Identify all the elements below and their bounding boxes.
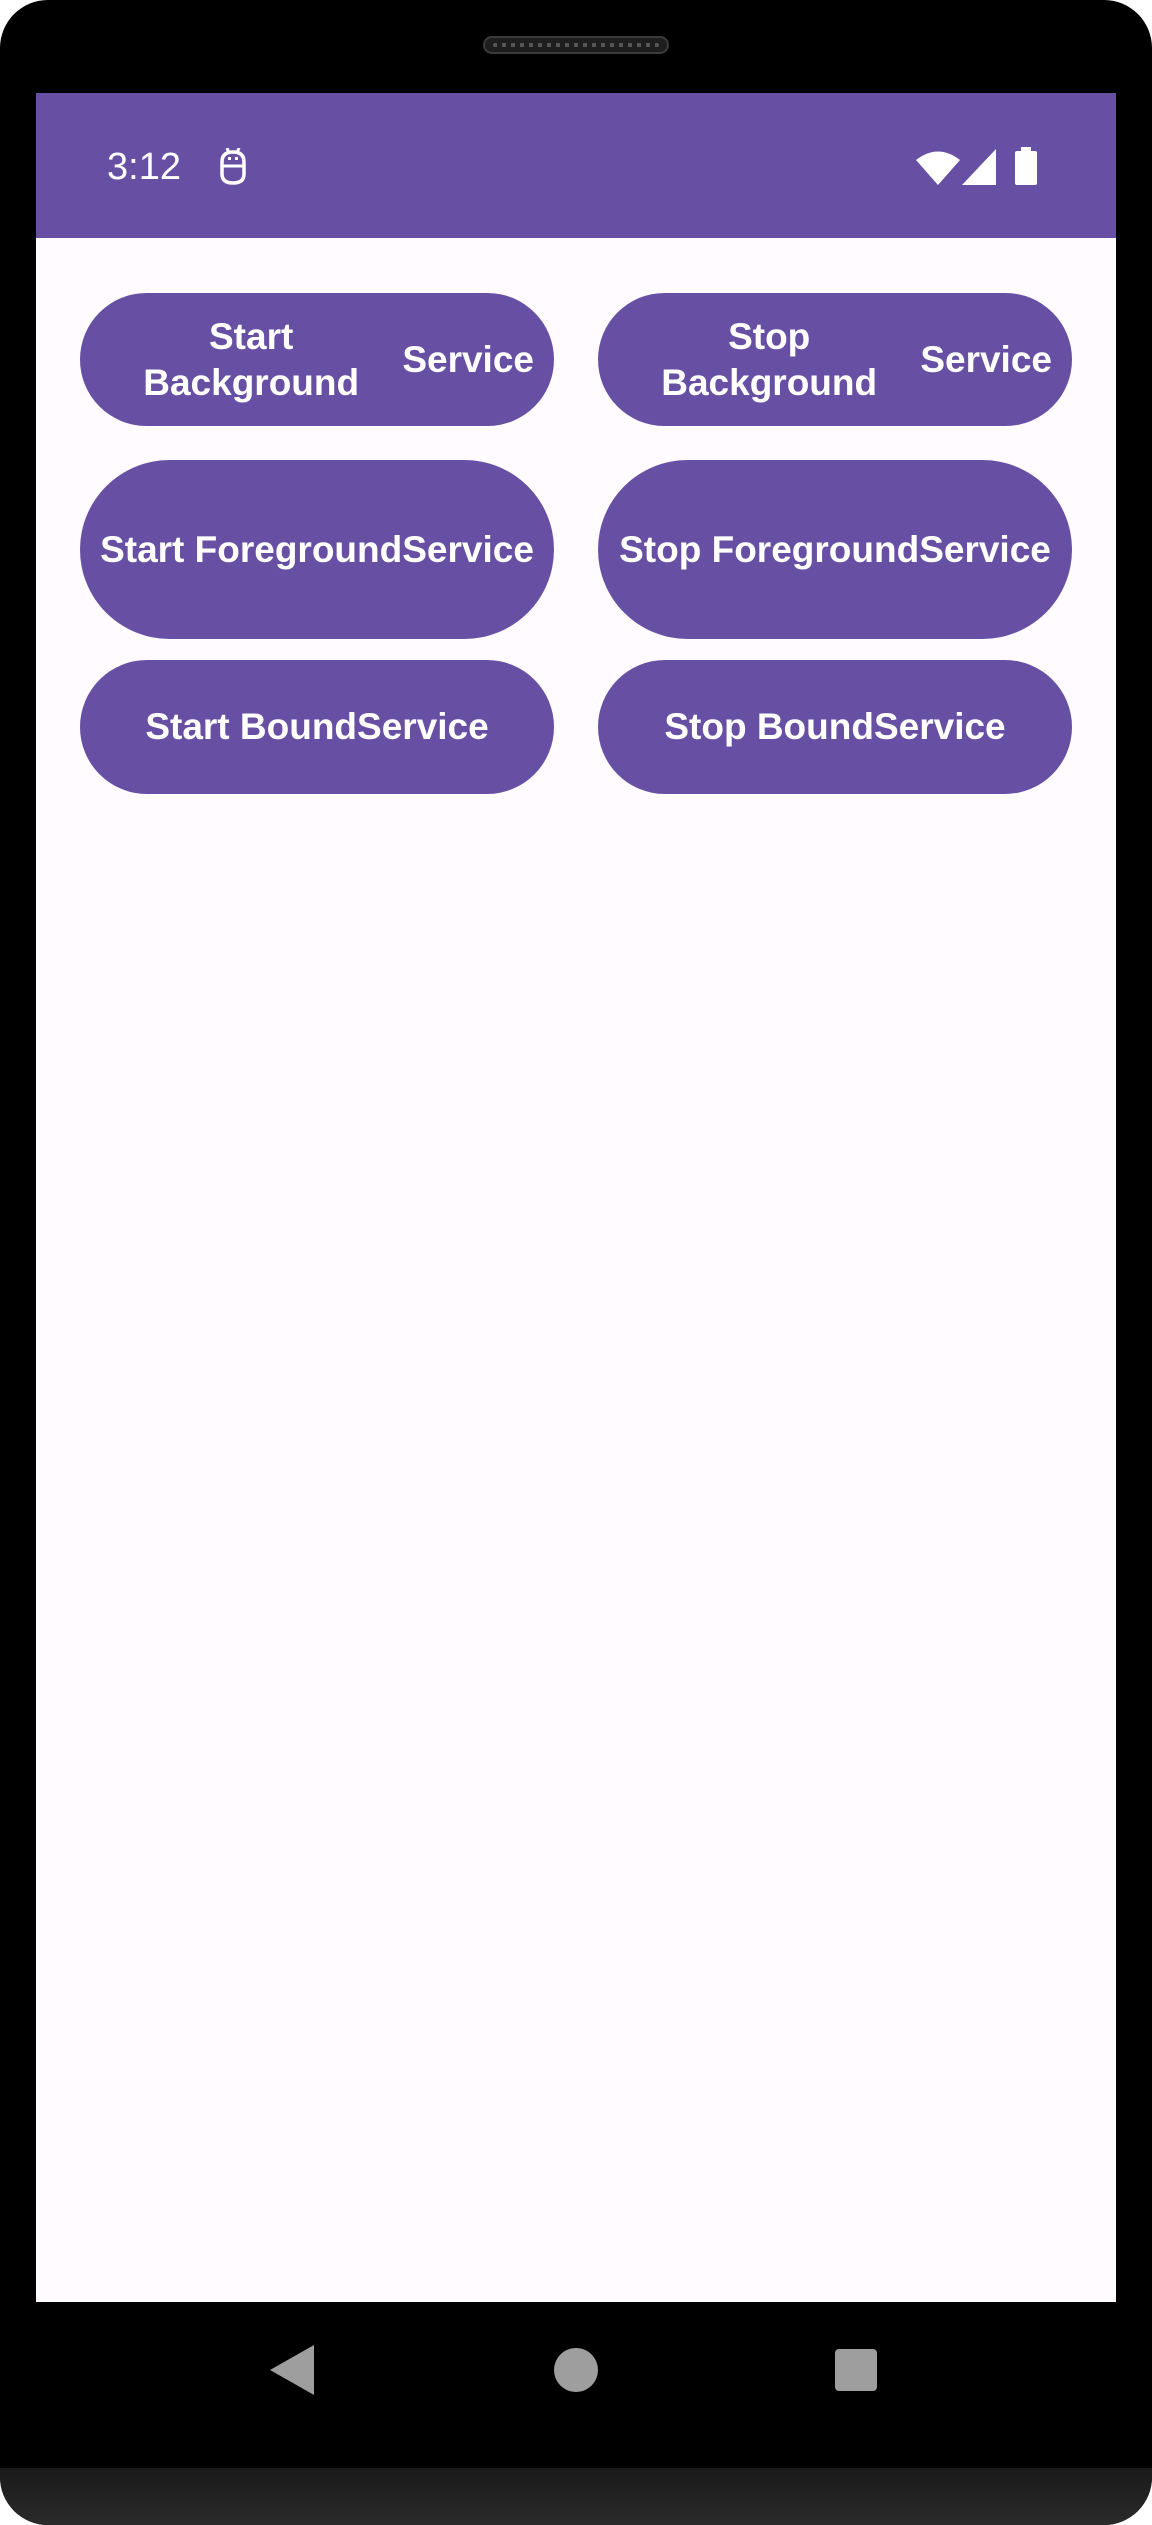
navigation-bar bbox=[0, 2302, 1152, 2468]
device-frame: 3:12 Start Background Service Stop Backg… bbox=[0, 0, 1152, 2525]
wifi-icon bbox=[916, 151, 960, 185]
start-bound-service-label-line1: Start Bound bbox=[145, 706, 358, 747]
stop-bound-service-label-line1: Stop Bound bbox=[664, 706, 874, 747]
status-bar: 3:12 bbox=[36, 93, 1116, 238]
home-icon[interactable] bbox=[554, 2348, 598, 2392]
start-bound-service-button[interactable]: Start Bound Service bbox=[80, 660, 554, 794]
stop-bound-service-button[interactable]: Stop Bound Service bbox=[598, 660, 1072, 794]
start-foreground-service-button[interactable]: Start Foreground Service bbox=[80, 460, 554, 639]
stop-background-service-button[interactable]: Stop Background Service bbox=[598, 293, 1072, 426]
bottom-bezel bbox=[0, 2468, 1152, 2525]
start-foreground-service-label-line2: Service bbox=[402, 528, 534, 570]
cellular-signal-icon bbox=[962, 149, 996, 185]
battery-icon bbox=[1015, 147, 1037, 185]
status-clock: 3:12 bbox=[107, 146, 181, 188]
start-background-service-button[interactable]: Start Background Service bbox=[80, 293, 554, 426]
stop-foreground-service-button[interactable]: Stop Foreground Service bbox=[598, 460, 1072, 639]
start-bound-service-label-line2: Service bbox=[357, 706, 489, 747]
stop-background-service-label-line1: Stop Background bbox=[661, 315, 878, 403]
stop-background-service-label-line2: Service bbox=[920, 338, 1052, 380]
recents-icon[interactable] bbox=[835, 2349, 877, 2391]
earpiece-speaker bbox=[483, 36, 669, 54]
app-screen: 3:12 Start Background Service Stop Backg… bbox=[36, 93, 1116, 2302]
start-foreground-service-label-line1: Start Foreground bbox=[100, 528, 403, 570]
debug-icon bbox=[220, 148, 246, 185]
start-background-service-label-line2: Service bbox=[402, 338, 534, 380]
back-icon[interactable] bbox=[270, 2345, 314, 2395]
stop-foreground-service-label-line2: Service bbox=[919, 528, 1051, 570]
stop-bound-service-label-line2: Service bbox=[873, 706, 1006, 747]
stop-foreground-service-label-line1: Stop Foreground bbox=[619, 528, 920, 570]
start-background-service-label-line1: Start Background bbox=[143, 315, 360, 403]
